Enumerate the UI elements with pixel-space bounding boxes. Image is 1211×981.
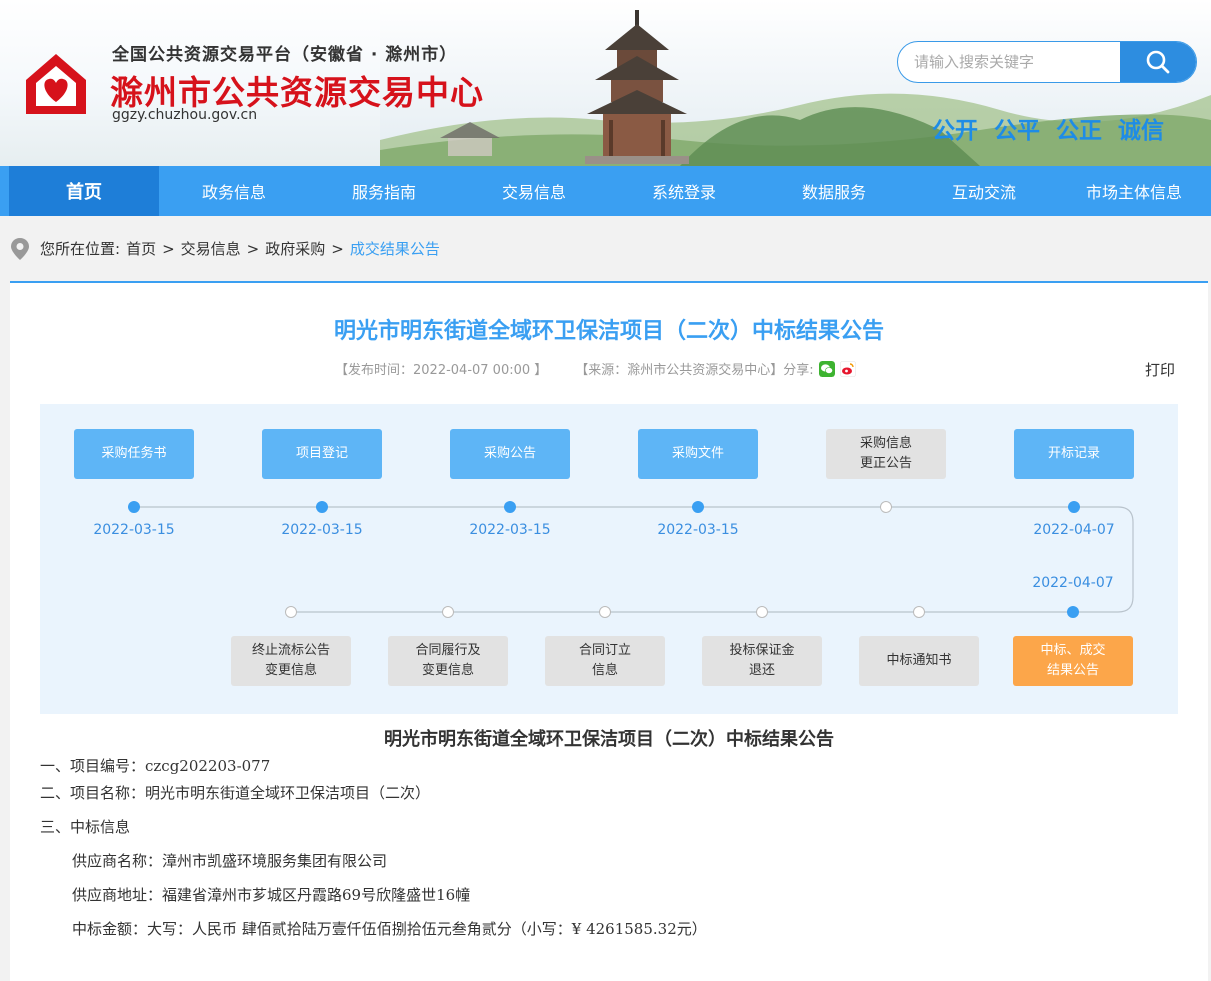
step-procurement-notice[interactable]: 采购公告	[450, 429, 570, 479]
doc-supplier-address: 供应商地址：福建省漳州市芗城区丹霞路69号欣隆盛世16幢	[72, 886, 471, 904]
procurement-flow: 采购任务书 项目登记 采购公告 采购文件 采购信息 更正公告 开标记录 2022-…	[40, 404, 1178, 714]
flow-node-pending	[599, 606, 611, 618]
article-panel: 明光市明东街道全域环卫保洁项目（二次）中标结果公告 【发布时间：2022-04-…	[10, 281, 1208, 981]
nav-item-government-info[interactable]: 政务信息	[159, 166, 309, 216]
step-date: 2022-03-15	[469, 522, 551, 538]
step-procurement-docs[interactable]: 采购文件	[638, 429, 758, 479]
flow-node-done	[316, 501, 328, 513]
step-procurement-task[interactable]: 采购任务书	[74, 429, 194, 479]
flow-node-done	[1068, 501, 1080, 513]
search-button[interactable]	[1120, 42, 1196, 82]
step-contract-performance[interactable]: 合同履行及 变更信息	[388, 636, 508, 686]
slogan-word: 公平	[994, 118, 1040, 144]
article-meta: 【发布时间：2022-04-07 00:00 】 【来源：滁州市公共资源交易中心…	[335, 359, 856, 378]
breadcrumb-separator: >	[246, 239, 260, 258]
step-contract-signing[interactable]: 合同订立 信息	[545, 636, 665, 686]
article-source: 【来源：滁州市公共资源交易中心】	[575, 363, 784, 378]
step-deposit-refund[interactable]: 投标保证金 退还	[702, 636, 822, 686]
breadcrumb-link-home[interactable]: 首页	[126, 238, 156, 259]
nav-item-service-guide[interactable]: 服务指南	[309, 166, 459, 216]
article-title: 明光市明东街道全域环卫保洁项目（二次）中标结果公告	[333, 319, 884, 344]
nav-item-system-login[interactable]: 系统登录	[609, 166, 759, 216]
breadcrumb-separator: >	[331, 239, 344, 258]
flow-node-pending	[442, 606, 454, 618]
flow-node-done	[504, 501, 516, 513]
weibo-share-icon[interactable]	[839, 360, 856, 377]
house-heart-logo-icon	[26, 54, 86, 114]
search-bar	[897, 41, 1197, 83]
flow-node-current	[1067, 606, 1079, 618]
step-date: 2022-03-15	[657, 522, 739, 538]
location-pin-icon	[11, 237, 29, 260]
slogan-word: 公开	[932, 118, 978, 144]
nav-item-interaction[interactable]: 互动交流	[909, 166, 1059, 216]
doc-project-number: 一、项目编号：czcg202203-077	[40, 757, 271, 775]
nav-item-home[interactable]: 首页	[9, 166, 159, 216]
step-date: 2022-03-15	[93, 522, 175, 538]
search-input[interactable]	[898, 42, 1122, 82]
wechat-share-icon[interactable]	[818, 360, 835, 377]
step-termination-notice[interactable]: 终止流标公告 变更信息	[231, 636, 351, 686]
breadcrumb: 您所在位置: 首页 > 交易信息 > 政府采购 > 成交结果公告	[0, 216, 1211, 281]
site-domain: ggzy.chuzhou.gov.cn	[112, 107, 258, 123]
search-icon	[1146, 50, 1170, 74]
breadcrumb-link-trade-info[interactable]: 交易信息	[181, 238, 241, 259]
flow-node-pending	[756, 606, 768, 618]
print-link[interactable]: 打印	[1145, 359, 1175, 380]
flow-node-pending	[880, 501, 892, 513]
step-date: 2022-03-15	[281, 522, 363, 538]
doc-supplier-name: 供应商名称：漳州市凯盛环境服务集团有限公司	[72, 852, 388, 870]
publish-time: 【发布时间：2022-04-07 00:00 】	[335, 363, 548, 378]
slogan: 公开 公平 公正 诚信	[932, 111, 1164, 145]
platform-subtitle: 全国公共资源交易平台（安徽省 · 滁州市）	[112, 45, 458, 65]
site-header: 全国公共资源交易平台（安徽省 · 滁州市） 滁州市公共资源交易中心 ggzy.c…	[0, 0, 1211, 166]
breadcrumb-current[interactable]: 成交结果公告	[350, 238, 440, 259]
document-title: 明光市明东街道全域环卫保洁项目（二次）中标结果公告	[384, 729, 834, 750]
flow-node-pending	[285, 606, 297, 618]
step-project-registration[interactable]: 项目登记	[262, 429, 382, 479]
step-bid-opening-record[interactable]: 开标记录	[1014, 429, 1134, 479]
slogan-word: 诚信	[1118, 118, 1164, 144]
nav-item-market-entity[interactable]: 市场主体信息	[1059, 166, 1209, 216]
step-award-notice[interactable]: 中标通知书	[859, 636, 979, 686]
flow-node-done	[128, 501, 140, 513]
doc-project-name: 二、项目名称：明光市明东街道全域环卫保洁项目（二次）	[40, 784, 431, 802]
step-date: 2022-04-07	[1032, 575, 1114, 591]
breadcrumb-separator: >	[162, 239, 175, 258]
main-nav: 首页 政务信息 服务指南 交易信息 系统登录 数据服务 互动交流 市场主体信息	[0, 166, 1211, 216]
nav-item-data-service[interactable]: 数据服务	[759, 166, 909, 216]
step-date: 2022-04-07	[1033, 522, 1115, 538]
step-correction-notice[interactable]: 采购信息 更正公告	[826, 429, 946, 479]
flow-node-pending	[913, 606, 925, 618]
slogan-word: 公正	[1056, 118, 1102, 144]
doc-award-heading: 三、中标信息	[40, 818, 131, 836]
breadcrumb-prefix: 您所在位置:	[40, 240, 121, 258]
breadcrumb-link-gov-procurement[interactable]: 政府采购	[265, 238, 325, 259]
step-award-result-current[interactable]: 中标、成交 结果公告	[1013, 636, 1133, 686]
share-label: 分享:	[783, 363, 814, 378]
flow-node-done	[692, 501, 704, 513]
nav-item-trade-info[interactable]: 交易信息	[459, 166, 609, 216]
doc-award-amount: 中标金额：大写：人民币 肆佰贰拾陆万壹仟伍佰捌拾伍元叁角贰分（小写：¥ 4261…	[72, 920, 707, 938]
